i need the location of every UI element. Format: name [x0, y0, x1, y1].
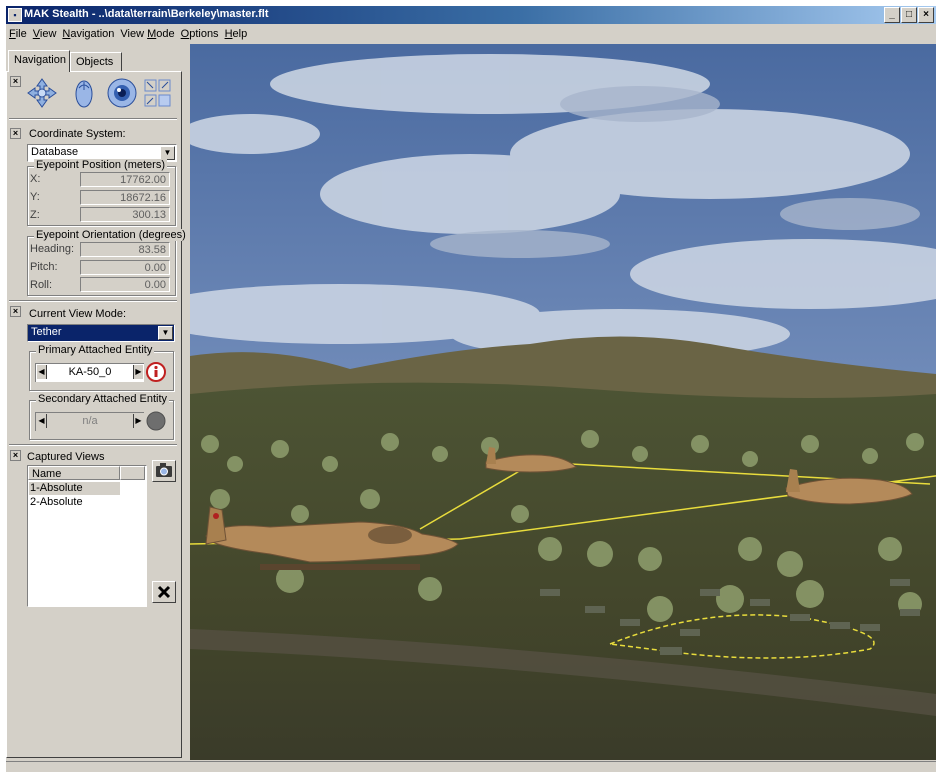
next-arrow-icon[interactable]: ▶	[133, 414, 143, 428]
entity-disabled-icon	[146, 411, 166, 431]
menu-view-accel: V	[32, 28, 40, 40]
eyepoint-position-title: Eyepoint Position (meters)	[34, 159, 167, 171]
capture-view-button[interactable]	[152, 460, 176, 482]
secondary-entity-title: Secondary Attached Entity	[36, 393, 170, 405]
fullscreen-icon[interactable]	[143, 76, 173, 110]
separator	[9, 300, 177, 302]
menu-view-mode-pre: View	[120, 28, 148, 40]
y-position-field[interactable]: 18672.16	[80, 190, 170, 205]
close-nav-tools-icon[interactable]: ×	[10, 76, 21, 87]
previous-arrow-icon[interactable]: ◀	[37, 365, 47, 379]
tab-navigation[interactable]: Navigation	[8, 50, 70, 72]
heading-label: Heading:	[30, 243, 75, 255]
pitch-label: Pitch:	[30, 261, 58, 273]
heading-field[interactable]: 83.58	[80, 242, 170, 257]
close-captured-views-icon[interactable]: ×	[10, 450, 21, 461]
navigation-tab-page: × × Coordinate System: Database ▼ Eyepoi…	[6, 71, 188, 758]
menu-file[interactable]: File	[6, 28, 30, 40]
separator	[9, 444, 177, 446]
tab-objects[interactable]: Objects	[70, 52, 122, 71]
primary-entity-title: Primary Attached Entity	[36, 344, 155, 356]
terrain	[190, 382, 936, 760]
secondary-entity-group: Secondary Attached Entity ◀ n/a ▶	[29, 393, 174, 440]
primary-entity-value: KA-50_0	[68, 366, 112, 378]
control-panel: Navigation Objects × × Coordinate System…	[6, 44, 188, 760]
name-column-header[interactable]: Name	[28, 466, 120, 480]
menu-help[interactable]: Help	[222, 28, 251, 40]
primary-entity-spinner[interactable]: ◀ KA-50_0 ▶	[35, 363, 144, 382]
camera-icon	[156, 463, 172, 477]
menu-file-label: ile	[15, 28, 27, 40]
view-mode-value: Tether	[31, 326, 62, 338]
roll-label: Roll:	[30, 279, 53, 291]
delete-view-button[interactable]	[152, 581, 176, 603]
eyepoint-position-group: Eyepoint Position (meters) X: 17762.00 Y…	[27, 159, 176, 226]
app-icon[interactable]: ▪	[8, 8, 22, 22]
eye-icon[interactable]	[105, 76, 139, 110]
menu-help-label: elp	[232, 28, 248, 40]
coordinate-system-value: Database	[31, 146, 79, 158]
entity-info-icon[interactable]	[146, 362, 166, 382]
list-item[interactable]: 2-Absolute	[29, 496, 120, 509]
x-label: X:	[30, 173, 41, 185]
menu-options[interactable]: Options	[178, 28, 222, 40]
z-label: Z:	[30, 209, 40, 221]
captured-views-list[interactable]: Name 1-Absolute 2-Absolute	[27, 465, 147, 607]
pitch-field[interactable]: 0.00	[80, 260, 170, 275]
3d-viewport[interactable]	[190, 44, 936, 760]
minimize-button[interactable]: _	[884, 7, 900, 23]
mouse-icon[interactable]	[67, 76, 101, 110]
z-position-field[interactable]: 300.13	[80, 207, 170, 222]
menu-navigation[interactable]: Navigation	[59, 28, 117, 40]
delete-x-icon	[157, 585, 171, 599]
menu-options-label: ptions	[189, 28, 219, 40]
menu-view-mode-accel: M	[147, 28, 157, 40]
roll-field[interactable]: 0.00	[80, 277, 170, 292]
window-controls: _ □ ×	[884, 7, 934, 23]
previous-arrow-icon[interactable]: ◀	[37, 414, 47, 428]
column-header-blank	[120, 466, 145, 480]
next-arrow-icon[interactable]: ▶	[133, 365, 143, 379]
menu-navigation-label: avigation	[70, 28, 115, 40]
window-title: MAK Stealth - ..\data\terrain\Berkeley\m…	[24, 8, 269, 20]
menu-view[interactable]: View	[30, 28, 60, 40]
title-bar[interactable]: ▪ MAK Stealth - ..\data\terrain\Berkeley…	[6, 6, 936, 24]
status-bar	[6, 761, 936, 772]
eyepoint-orientation-title: Eyepoint Orientation (degrees)	[34, 229, 188, 241]
maximize-button[interactable]: □	[901, 7, 917, 23]
chevron-down-icon[interactable]: ▼	[158, 326, 173, 340]
y-label: Y:	[30, 191, 40, 203]
eyepoint-orientation-group: Eyepoint Orientation (degrees) Heading: …	[27, 229, 188, 296]
secondary-entity-value: n/a	[82, 415, 98, 427]
x-position-field[interactable]: 17762.00	[80, 172, 170, 187]
menu-view-mode[interactable]: View Mode	[117, 28, 177, 40]
chevron-down-icon[interactable]: ▼	[160, 146, 175, 160]
close-button[interactable]: ×	[918, 7, 934, 23]
primary-entity-group: Primary Attached Entity ◀ KA-50_0 ▶	[29, 344, 174, 391]
close-view-mode-icon[interactable]: ×	[10, 306, 21, 317]
app-window: ▪ MAK Stealth - ..\data\terrain\Berkeley…	[6, 6, 936, 772]
menu-bar: File View Navigation View Mode Options H…	[6, 25, 936, 43]
separator	[9, 118, 177, 120]
view-mode-select[interactable]: Tether ▼	[27, 324, 175, 342]
menu-help-accel: H	[224, 28, 233, 40]
view-mode-label: Current View Mode:	[29, 308, 127, 320]
coordinate-system-label: Coordinate System:	[29, 128, 126, 140]
menu-view-mode-label: ode	[156, 28, 175, 40]
captured-views-label: Captured Views	[27, 451, 105, 463]
menu-file-accel: F	[9, 28, 16, 40]
secondary-entity-spinner[interactable]: ◀ n/a ▶	[35, 412, 144, 431]
list-item[interactable]: 1-Absolute	[29, 482, 120, 495]
menu-options-accel: O	[180, 28, 190, 40]
close-coordinate-icon[interactable]: ×	[10, 128, 21, 139]
menu-view-label: iew	[39, 28, 57, 40]
scene-view	[190, 44, 936, 760]
move-cross-icon[interactable]	[25, 76, 59, 110]
